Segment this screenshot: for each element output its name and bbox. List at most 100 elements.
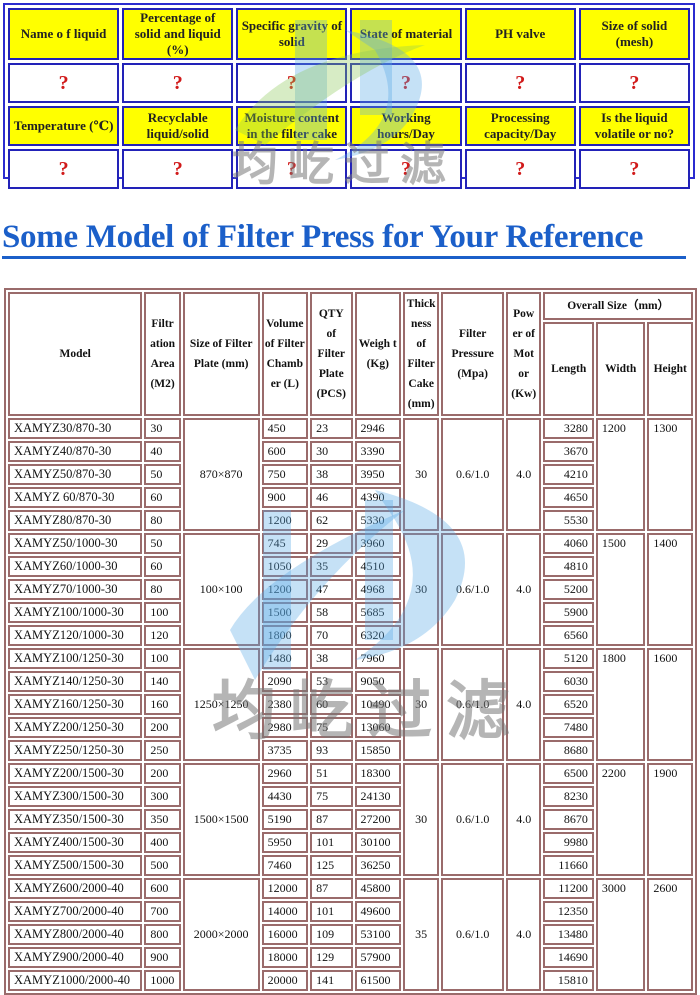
header-height: Height xyxy=(647,321,693,416)
plate-size-cell: 2000×2000 xyxy=(182,878,260,991)
table-row: XAMYZ200/1250-30 200 2980 75 13060 7480 xyxy=(8,717,693,738)
filtration-area-cell: 1000 xyxy=(144,970,181,991)
inquiry-answer-placeholder[interactable]: ? xyxy=(578,149,690,189)
inquiry-answer-placeholder[interactable]: ? xyxy=(464,149,576,189)
motor-power-cell: 4.0 xyxy=(506,533,542,646)
model-cell: XAMYZ80/870-30 xyxy=(8,510,143,531)
height-cell: 2600 xyxy=(647,878,693,991)
motor-power-cell: 4.0 xyxy=(506,878,542,991)
weight-cell: 15850 xyxy=(354,740,401,761)
weight-cell: 61500 xyxy=(354,970,401,991)
inquiry-question-label: State of material xyxy=(350,8,462,60)
length-cell: 8670 xyxy=(543,809,594,830)
inquiry-answer-placeholder[interactable]: ? xyxy=(350,149,462,189)
weight-cell: 27200 xyxy=(354,809,401,830)
inquiry-question-label: Moisture content in the filter cake xyxy=(236,106,348,146)
length-cell: 6030 xyxy=(543,671,594,692)
cake-thickness-cell: 30 xyxy=(402,418,440,531)
table-row: XAMYZ200/1500-30 200 1500×1500 2960 51 18300 3… xyxy=(8,763,693,876)
chamber-volume-cell: 4430 xyxy=(261,786,309,807)
inquiry-answer-row: ?????? xyxy=(8,149,690,189)
table-row: XAMYZ30/870-30 30 870×870 450 23 2946 30 0.6/1.… xyxy=(8,418,693,531)
weight-cell: 3960 xyxy=(354,533,401,554)
chamber-volume-cell: 1200 xyxy=(261,510,309,531)
width-cell: 3000 xyxy=(595,878,646,991)
weight-cell: 57900 xyxy=(354,947,401,968)
plate-size-cell: 870×870 xyxy=(182,418,260,531)
length-cell: 5900 xyxy=(543,602,594,623)
inquiry-answer-placeholder[interactable]: ? xyxy=(122,63,234,103)
model-cell: XAMYZ160/1250-30 xyxy=(8,694,143,715)
model-cell: XAMYZ350/1500-30 xyxy=(8,809,143,830)
header-overall-size: Overall Size（mm） xyxy=(543,292,693,320)
model-cell: XAMYZ700/2000-40 xyxy=(8,901,143,922)
table-row: XAMYZ80/870-30 80 1200 62 5330 5530 xyxy=(8,510,693,531)
table-row: XAMYZ140/1250-30 140 2090 53 9050 6030 xyxy=(8,671,693,692)
table-row: XAMYZ60/1000-30 60 1050 35 4510 4810 xyxy=(8,556,693,577)
weight-cell: 2946 xyxy=(354,418,401,439)
chamber-volume-cell: 14000 xyxy=(261,901,309,922)
chamber-volume-cell: 1200 xyxy=(261,579,309,600)
filtration-area-cell: 30 xyxy=(144,418,181,439)
inquiry-answer-placeholder[interactable]: ? xyxy=(464,63,576,103)
plate-qty-cell: 35 xyxy=(310,556,353,577)
weight-cell: 5330 xyxy=(354,510,401,531)
inquiry-answer-placeholder[interactable]: ? xyxy=(578,63,690,103)
header-chamber-volume: Volume of Filter Chamb er (L) xyxy=(261,292,309,416)
table-row: XAMYZ800/2000-40 800 16000 109 53100 13480 xyxy=(8,924,693,945)
plate-qty-cell: 75 xyxy=(310,717,353,738)
header-model: Model xyxy=(8,292,143,416)
chamber-volume-cell: 12000 xyxy=(261,878,309,899)
length-cell: 13480 xyxy=(543,924,594,945)
model-cell: XAMYZ 60/870-30 xyxy=(8,487,143,508)
weight-cell: 10490 xyxy=(354,694,401,715)
length-cell: 7480 xyxy=(543,717,594,738)
filtration-area-cell: 100 xyxy=(144,648,181,669)
model-cell: XAMYZ50/1000-30 xyxy=(8,533,143,554)
cake-thickness-cell: 30 xyxy=(402,648,440,761)
inquiry-answer-placeholder[interactable]: ? xyxy=(236,149,348,189)
inquiry-answer-placeholder[interactable]: ? xyxy=(8,63,120,103)
width-cell: 1800 xyxy=(595,648,646,761)
chamber-volume-cell: 3735 xyxy=(261,740,309,761)
inquiry-answer-placeholder[interactable]: ? xyxy=(122,149,234,189)
inquiry-answer-placeholder[interactable]: ? xyxy=(236,63,348,103)
motor-power-cell: 4.0 xyxy=(506,763,542,876)
plate-qty-cell: 38 xyxy=(310,648,353,669)
header-cake-thickness: Thick ness of Filter Cake (mm) xyxy=(402,292,440,416)
table-row: XAMYZ700/2000-40 700 14000 101 49600 12350 xyxy=(8,901,693,922)
height-cell: 1900 xyxy=(647,763,693,876)
inquiry-answer-placeholder[interactable]: ? xyxy=(8,149,120,189)
inquiry-question-label: Working hours/Day xyxy=(350,106,462,146)
plate-qty-cell: 60 xyxy=(310,694,353,715)
model-cell: XAMYZ100/1000-30 xyxy=(8,602,143,623)
plate-qty-cell: 46 xyxy=(310,487,353,508)
inquiry-question-label: Percentage of solid and liquid (%) xyxy=(122,8,234,60)
filtration-area-cell: 400 xyxy=(144,832,181,853)
plate-qty-cell: 51 xyxy=(310,763,353,784)
width-cell: 1500 xyxy=(595,533,646,646)
model-cell: XAMYZ400/1500-30 xyxy=(8,832,143,853)
filtration-area-cell: 60 xyxy=(144,487,181,508)
table-row: XAMYZ1000/2000-40 1000 20000 141 61500 15810 xyxy=(8,970,693,991)
filter-pressure-cell: 0.6/1.0 xyxy=(441,648,505,761)
table-row: XAMYZ600/2000-40 600 2000×2000 12000 87 45800… xyxy=(8,878,693,991)
table-row: XAMYZ500/1500-30 500 7460 125 36250 11660 xyxy=(8,855,693,876)
chamber-volume-cell: 16000 xyxy=(261,924,309,945)
model-cell: XAMYZ500/1500-30 xyxy=(8,855,143,876)
weight-cell: 3390 xyxy=(354,441,401,462)
plate-qty-cell: 141 xyxy=(310,970,353,991)
weight-cell: 6320 xyxy=(354,625,401,646)
table-row: XAMYZ100/1000-30 100 1500 58 5685 5900 xyxy=(8,602,693,623)
weight-cell: 24130 xyxy=(354,786,401,807)
inquiry-answer-placeholder[interactable]: ? xyxy=(350,63,462,103)
weight-cell: 4510 xyxy=(354,556,401,577)
length-cell: 6520 xyxy=(543,694,594,715)
table-row: XAMYZ350/1500-30 350 5190 87 27200 8670 xyxy=(8,809,693,830)
model-cell: XAMYZ120/1000-30 xyxy=(8,625,143,646)
height-cell: 1600 xyxy=(647,648,693,761)
inquiry-question-label: Name o f liquid xyxy=(8,8,120,60)
length-cell: 6560 xyxy=(543,625,594,646)
chamber-volume-cell: 745 xyxy=(261,533,309,554)
table-row: XAMYZ400/1500-30 400 5950 101 30100 9980 xyxy=(8,832,693,853)
